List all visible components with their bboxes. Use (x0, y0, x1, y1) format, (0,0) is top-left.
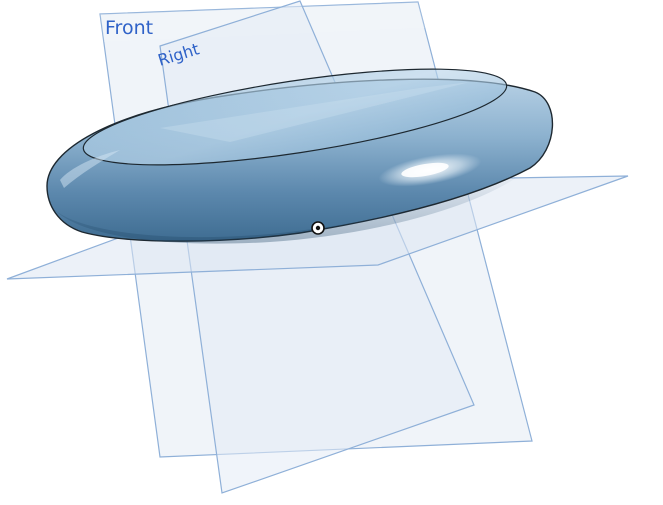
graphics-viewport[interactable]: Front Right (0, 0, 663, 505)
origin-icon[interactable] (311, 221, 325, 235)
front-plane-label[interactable]: Front (105, 17, 153, 39)
model-canvas[interactable]: Front Right (0, 0, 663, 505)
